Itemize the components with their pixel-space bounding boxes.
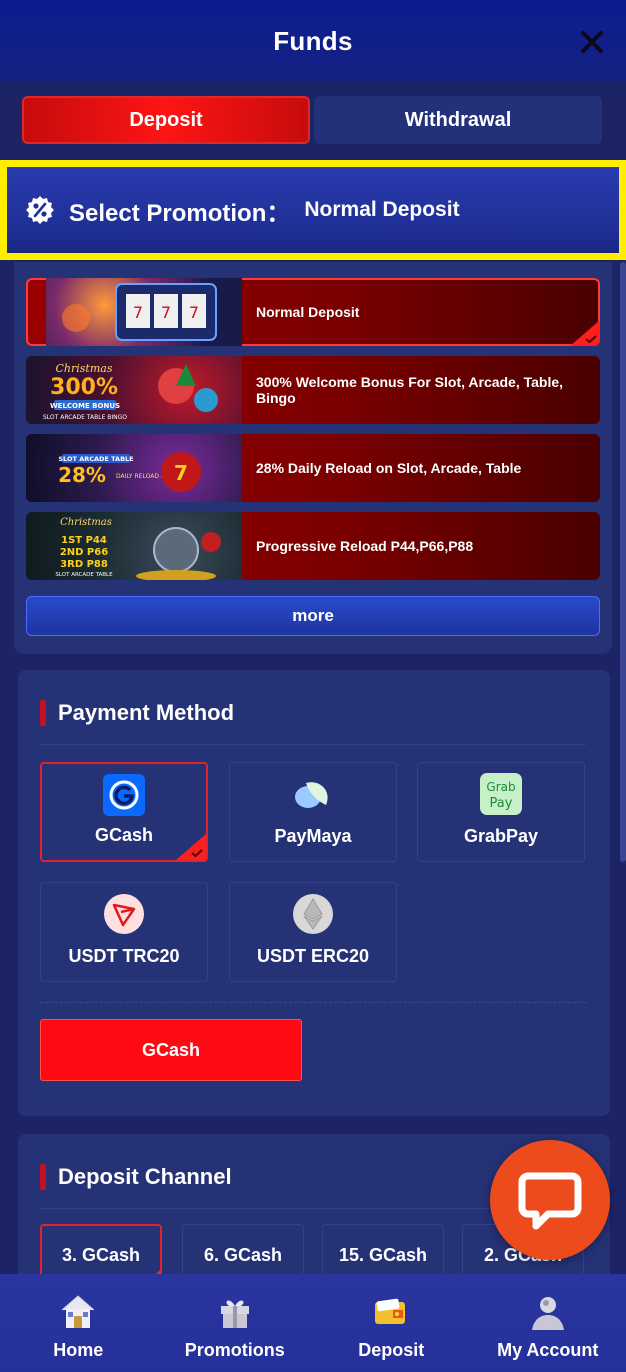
gcash-icon bbox=[103, 774, 145, 816]
svg-text:7: 7 bbox=[174, 461, 188, 485]
svg-text:WELCOME BONUS: WELCOME BONUS bbox=[50, 402, 120, 410]
svg-text:7: 7 bbox=[189, 303, 199, 322]
payment-option-paymaya[interactable]: PayMaya bbox=[229, 762, 397, 862]
check-icon bbox=[585, 335, 597, 343]
nav-my-account[interactable]: My Account bbox=[470, 1274, 626, 1372]
payment-method-title: Payment Method bbox=[58, 700, 235, 725]
nav-deposit[interactable]: Deposit bbox=[313, 1274, 470, 1372]
svg-text:Grab: Grab bbox=[486, 780, 515, 794]
payment-option-label: GCash bbox=[94, 825, 154, 845]
promotion-list: 7 7 7 Normal Deposit Christmas 300% WELC… bbox=[14, 262, 612, 654]
promotion-thumbnail: Christmas 1ST P44 2ND P66 3RD P88 SLOT A… bbox=[26, 512, 242, 580]
promotion-title: Progressive Reload P44,P66,P88 bbox=[256, 537, 474, 554]
promotion-thumbnail: Christmas 300% WELCOME BONUS SLOT ARCADE… bbox=[26, 356, 242, 424]
tron-icon bbox=[104, 894, 144, 934]
promotion-item-welcome-bonus[interactable]: Christmas 300% WELCOME BONUS SLOT ARCADE… bbox=[26, 356, 600, 424]
svg-text:SLOT ARCADE TABLE: SLOT ARCADE TABLE bbox=[55, 572, 113, 578]
promotion-title: 28% Daily Reload on Slot, Arcade, Table bbox=[256, 459, 522, 476]
funds-tabs: Deposit Withdrawal bbox=[22, 96, 602, 144]
payment-option-usdt-trc20[interactable]: USDT TRC20 bbox=[40, 882, 208, 982]
chat-bubble-icon bbox=[518, 1172, 582, 1230]
nav-label: Deposit bbox=[358, 1340, 425, 1360]
svg-text:7: 7 bbox=[133, 303, 143, 322]
svg-text:SLOT ARCADE TABLE BINGO: SLOT ARCADE TABLE BINGO bbox=[43, 414, 127, 421]
check-icon bbox=[191, 849, 203, 857]
dashed-divider bbox=[40, 1002, 586, 1003]
divider bbox=[40, 744, 586, 745]
promotion-thumbnail: 7 7 7 bbox=[46, 278, 242, 346]
slot-machine-image: 7 7 7 bbox=[62, 283, 217, 341]
nav-promotions[interactable]: Promotions bbox=[157, 1274, 314, 1372]
home-icon bbox=[61, 1295, 95, 1328]
payment-option-label: GrabPay bbox=[463, 826, 539, 846]
account-icon bbox=[531, 1297, 564, 1330]
deposit-channel-title: Deposit Channel bbox=[58, 1164, 232, 1189]
promotion-item-daily-reload[interactable]: SLOT ARCADE TABLE 28% DAILY RELOAD BONUS… bbox=[26, 434, 600, 502]
nav-label: Promotions bbox=[184, 1340, 285, 1360]
select-promotion-value: Normal Deposit bbox=[304, 198, 460, 221]
section-marker bbox=[40, 700, 46, 726]
payment-option-label: USDT ERC20 bbox=[256, 946, 370, 966]
promotion-title: 300% Welcome Bonus For Slot, Arcade, Tab… bbox=[256, 373, 564, 406]
live-chat-button[interactable] bbox=[490, 1140, 610, 1260]
select-promotion-bar[interactable]: Select Promotion： Normal Deposit bbox=[0, 160, 626, 260]
grabpay-icon: Grab Pay bbox=[480, 773, 522, 815]
svg-text:300%: 300% bbox=[50, 375, 118, 400]
promotion-title: Normal Deposit bbox=[256, 303, 360, 320]
bottom-navigation: Home Promotions Deposit My Account bbox=[0, 1274, 626, 1372]
svg-text:7: 7 bbox=[161, 303, 171, 322]
close-button[interactable] bbox=[576, 26, 608, 58]
close-icon bbox=[581, 31, 603, 53]
welcome-bonus-banner: Christmas 300% WELCOME BONUS SLOT ARCADE… bbox=[43, 362, 218, 421]
svg-text:Christmas: Christmas bbox=[60, 517, 112, 528]
more-button[interactable]: more bbox=[26, 596, 600, 636]
svg-text:Christmas: Christmas bbox=[56, 362, 113, 375]
nav-home[interactable]: Home bbox=[0, 1274, 157, 1372]
payment-method-heading: Payment Method bbox=[40, 700, 234, 726]
tab-deposit[interactable]: Deposit bbox=[22, 96, 310, 144]
nav-label: My Account bbox=[497, 1340, 599, 1360]
percent-badge-icon bbox=[26, 196, 54, 224]
promotion-thumbnail: SLOT ARCADE TABLE 28% DAILY RELOAD BONUS… bbox=[26, 434, 242, 502]
payment-option-gcash[interactable]: GCash bbox=[40, 762, 208, 862]
daily-reload-banner: SLOT ARCADE TABLE 28% DAILY RELOAD BONUS… bbox=[58, 452, 201, 492]
section-marker bbox=[40, 1164, 46, 1190]
payment-option-grabpay[interactable]: Grab Pay GrabPay bbox=[417, 762, 585, 862]
tab-withdrawal[interactable]: Withdrawal bbox=[314, 96, 602, 144]
selected-method-button[interactable]: GCash bbox=[40, 1019, 302, 1081]
payment-method-card: Payment Method GCash PayMaya Grab Pay Gr… bbox=[18, 670, 610, 1116]
payment-option-usdt-erc20[interactable]: USDT ERC20 bbox=[229, 882, 397, 982]
funds-header: Funds bbox=[0, 0, 626, 82]
promotion-item-progressive-reload[interactable]: Christmas 1ST P44 2ND P66 3RD P88 SLOT A… bbox=[26, 512, 600, 580]
payment-option-label: PayMaya bbox=[274, 826, 352, 846]
paymaya-icon bbox=[295, 782, 328, 808]
channel-label: 15. GCash bbox=[338, 1244, 428, 1265]
svg-text:Pay: Pay bbox=[490, 796, 513, 811]
scrollbar[interactable] bbox=[620, 262, 626, 862]
wallet-icon bbox=[375, 1298, 406, 1324]
select-promotion-label: Select Promotion： bbox=[69, 199, 291, 227]
svg-text:28%: 28% bbox=[58, 463, 106, 487]
svg-text:SLOT ARCADE TABLE: SLOT ARCADE TABLE bbox=[58, 455, 133, 463]
svg-text:1ST P44: 1ST P44 bbox=[61, 535, 107, 546]
channel-label: 6. GCash bbox=[203, 1244, 283, 1265]
channel-label: 3. GCash bbox=[61, 1244, 141, 1265]
svg-text:3RD P88: 3RD P88 bbox=[60, 559, 108, 570]
svg-text:2ND P66: 2ND P66 bbox=[60, 547, 108, 558]
deposit-channel-heading: Deposit Channel bbox=[40, 1164, 232, 1190]
ethereum-icon bbox=[293, 894, 333, 934]
progressive-reload-banner: Christmas 1ST P44 2ND P66 3RD P88 SLOT A… bbox=[55, 517, 221, 580]
page-title: Funds bbox=[273, 25, 353, 56]
payment-option-label: USDT TRC20 bbox=[68, 946, 180, 966]
nav-label: Home bbox=[53, 1340, 104, 1360]
gift-icon bbox=[220, 1300, 249, 1328]
promotion-item-normal-deposit[interactable]: 7 7 7 Normal Deposit bbox=[26, 278, 600, 346]
